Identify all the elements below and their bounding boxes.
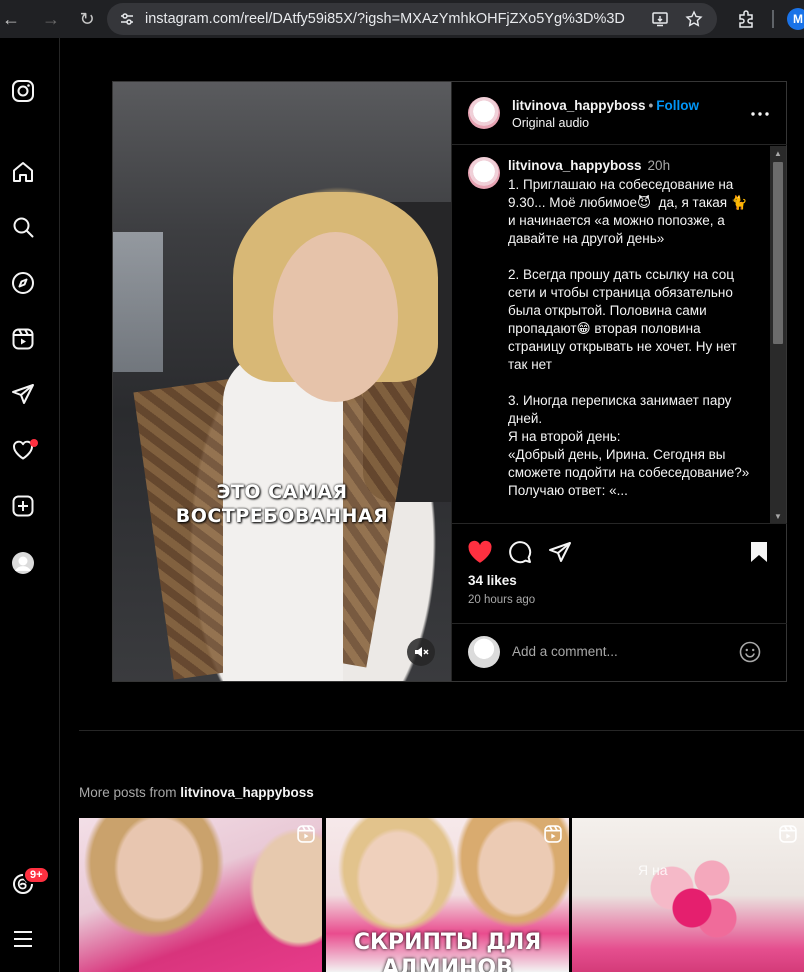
explore-compass-icon[interactable] (10, 270, 36, 296)
reel-badge-icon (778, 824, 798, 849)
more-posts-tile[interactable] (79, 818, 322, 972)
more-posts-username[interactable]: litvinova_happyboss (180, 785, 314, 800)
home-icon[interactable] (10, 159, 36, 185)
back-arrow-icon[interactable]: ← (0, 9, 22, 30)
notification-dot (30, 439, 38, 447)
create-plus-icon[interactable] (10, 493, 36, 519)
profile-avatar-icon[interactable] (10, 550, 36, 576)
audio-link[interactable]: Original audio (512, 116, 589, 130)
like-heart-icon[interactable] (467, 539, 493, 565)
url-text[interactable]: instagram.com/reel/DAtfy59i85X/?igsh=MXA… (145, 11, 625, 27)
caption-avatar[interactable] (468, 157, 500, 189)
site-settings-icon[interactable] (117, 9, 137, 29)
tile-overlay-line: СКРИПТЫ ДЛЯ (353, 930, 542, 955)
scroll-down-arrow-icon[interactable]: ▼ (770, 509, 786, 523)
extensions-puzzle-icon[interactable] (736, 9, 756, 34)
follow-button[interactable]: Follow (656, 98, 699, 113)
caption-username[interactable]: litvinova_happyboss (508, 158, 642, 173)
caption-text: 1. Приглашаю на собеседование на 9.30...… (508, 177, 750, 498)
more-options-icon[interactable] (748, 102, 772, 126)
post-timestamp[interactable]: 20 hours ago (468, 594, 535, 606)
video-face (273, 232, 398, 402)
tile-overlay-line: АДМИНОВ (382, 956, 513, 972)
install-app-icon[interactable] (651, 10, 669, 33)
save-bookmark-icon[interactable] (746, 539, 772, 565)
reel-badge-icon (543, 824, 563, 849)
video-bg-window (113, 232, 163, 372)
video-text-overlay: ЭТО САМАЯ ВОСТРЕБОВАННАЯ (113, 480, 451, 528)
reload-icon[interactable]: ↻ (76, 9, 98, 30)
browser-toolbar: ← → ↻ instagram.com/reel/DAtfy59i85X/?ig… (0, 0, 804, 38)
separator-dot: • (648, 98, 654, 113)
more-posts-prefix: More posts from (79, 785, 181, 800)
forward-arrow-icon[interactable]: → (40, 9, 62, 30)
post-side-panel: litvinova_happyboss • Follow Original audi… (451, 82, 787, 681)
viewer-avatar (468, 636, 500, 668)
menu-hamburger-icon[interactable] (10, 926, 36, 952)
browser-profile-avatar[interactable]: M (787, 8, 804, 30)
author-avatar[interactable] (468, 97, 500, 129)
reel-video[interactable]: ЭТО САМАЯ ВОСТРЕБОВАННАЯ (113, 82, 451, 681)
emoji-picker-icon[interactable] (738, 640, 762, 664)
toolbar-divider (772, 10, 774, 28)
tile-text-overlay: СКРИПТЫ ДЛЯ АДМИНОВ (326, 930, 569, 972)
video-overlay-line: ВОСТРЕБОВАННАЯ (175, 505, 389, 527)
reels-icon[interactable] (10, 326, 36, 352)
share-send-icon[interactable] (547, 539, 573, 565)
author-username[interactable]: litvinova_happyboss (512, 98, 646, 113)
more-posts-tile[interactable]: СКРИПТЫ ДЛЯ АДМИНОВ (326, 818, 569, 972)
more-posts-heading: More posts from litvinova_happyboss (79, 785, 314, 800)
caption-header: litvinova_happyboss 20h (508, 158, 670, 173)
likes-count[interactable]: 34 likes (468, 573, 517, 588)
mute-toggle-button[interactable] (407, 638, 435, 666)
reel-post: ЭТО САМАЯ ВОСТРЕБОВАННАЯ litvinova_happy… (112, 81, 787, 682)
instagram-sidebar: 9+ (0, 38, 60, 972)
reel-badge-icon (296, 824, 316, 849)
comments-scrollbar[interactable]: ▲ ▼ (770, 146, 786, 523)
bookmark-star-icon[interactable] (685, 10, 703, 33)
messages-send-icon[interactable] (10, 381, 36, 407)
tile-neon-sign: Я на (638, 862, 668, 878)
instagram-logo-icon[interactable] (10, 78, 36, 104)
muted-speaker-icon (415, 647, 429, 657)
threads-badge: 9+ (23, 866, 50, 884)
post-header: litvinova_happyboss • Follow Original audi… (452, 82, 787, 145)
comments-area[interactable]: litvinova_happyboss 20h 1. Приглашаю на с… (452, 146, 787, 523)
scrollbar-thumb[interactable] (773, 162, 783, 344)
scroll-up-arrow-icon[interactable]: ▲ (770, 146, 786, 160)
more-posts-tile[interactable]: Я на (572, 818, 804, 972)
comment-input[interactable]: Add a comment... (512, 644, 618, 659)
author-line: litvinova_happyboss • Follow (512, 98, 699, 113)
section-divider (79, 730, 804, 731)
comment-bubble-icon[interactable] (507, 539, 533, 565)
search-icon[interactable] (10, 214, 36, 240)
address-bar[interactable]: instagram.com/reel/DAtfy59i85X/?igsh=MXA… (107, 3, 717, 35)
video-overlay-line: ЭТО САМАЯ (216, 481, 348, 503)
add-comment-bar: Add a comment... (452, 623, 787, 681)
caption-time: 20h (647, 158, 671, 173)
post-actions: 34 likes 20 hours ago (452, 523, 787, 623)
